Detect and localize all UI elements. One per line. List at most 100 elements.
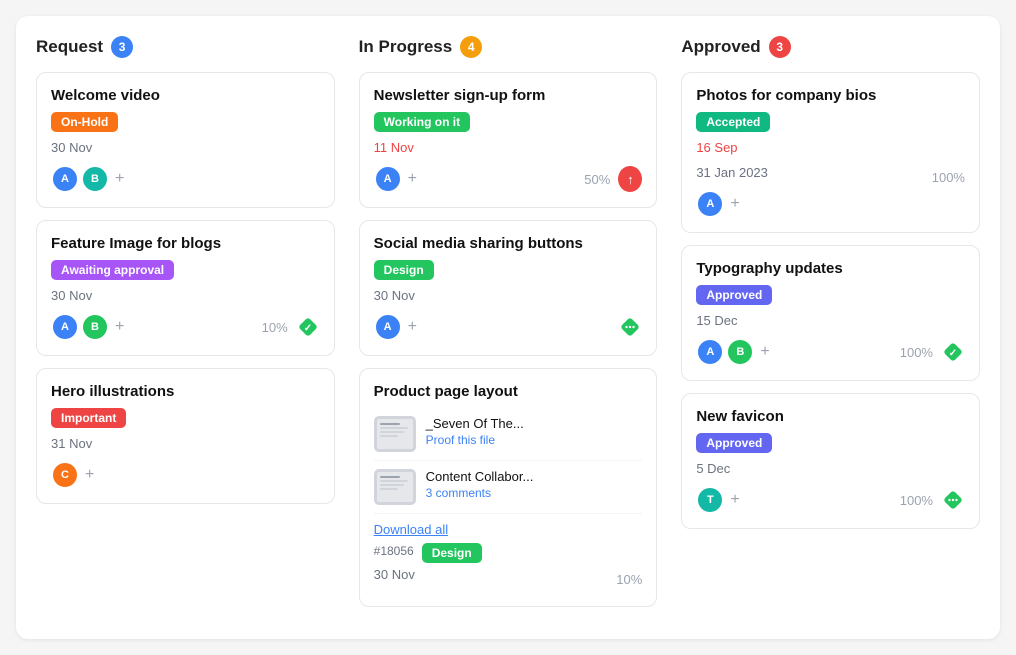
kanban-board: Request3Welcome videoOn-Hold30 NovAB+Fea…: [16, 16, 1000, 639]
column-request: Request3Welcome videoOn-Hold30 NovAB+Fea…: [36, 36, 335, 619]
card-date: 30 Nov: [374, 288, 643, 303]
card-percent: 50%: [584, 172, 610, 187]
avatar: C: [51, 461, 79, 489]
upload-icon: ↑: [618, 167, 642, 191]
card-title: Newsletter sign-up form: [374, 87, 643, 104]
card-title: Hero illustrations: [51, 383, 320, 400]
card-tag: On-Hold: [51, 112, 118, 132]
add-avatar-button[interactable]: +: [115, 318, 124, 336]
avatar-group: A+: [374, 165, 417, 193]
card-typography[interactable]: Typography updates Approved 15 Dec AB +100% …: [681, 245, 980, 381]
column-badge: 3: [769, 36, 791, 58]
column-approved: Approved 3 Photos for company biosAccepted…: [681, 36, 980, 619]
card-title: Feature Image for blogs: [51, 235, 320, 252]
file-thumbnail: [374, 416, 416, 452]
card-hero-illustrations[interactable]: Hero illustrationsImportant31 NovC+: [36, 368, 335, 504]
card-percent: 10%: [262, 320, 288, 335]
card-footer: C+: [51, 461, 320, 489]
avatar-group: AB +: [51, 165, 124, 193]
card-tag: Working on it: [374, 112, 470, 132]
avatar-group: A+: [374, 313, 417, 341]
avatar: B: [81, 313, 109, 341]
check-diamond-icon: ✓: [941, 340, 965, 364]
card-percent: 100%: [932, 170, 965, 185]
column-title: In Progress: [359, 37, 453, 57]
avatar-group: T+: [696, 486, 739, 514]
card-date: 15 Dec: [696, 313, 965, 328]
svg-text:✓: ✓: [949, 348, 957, 359]
card-title: Photos for company bios: [696, 87, 965, 104]
dots-diamond-icon: [941, 488, 965, 512]
card-title: Typography updates: [696, 260, 965, 277]
card-footer: A+: [696, 190, 965, 218]
card-photos-bios[interactable]: Photos for company biosAccepted16 Sep31 …: [681, 72, 980, 233]
card-meta-id: #18056: [374, 544, 414, 558]
card-tag: Awaiting approval: [51, 260, 174, 280]
card-meta-footer: 30 Nov10%: [374, 567, 643, 592]
card-date: 11 Nov: [374, 140, 643, 155]
file-item: Content Collabor... 3 comments: [374, 461, 643, 514]
add-avatar-button[interactable]: +: [85, 466, 94, 484]
card-footer-right: 100% ✓: [900, 340, 965, 364]
card-percent: 100%: [900, 345, 933, 360]
add-avatar-button[interactable]: +: [730, 491, 739, 509]
card-tag: Approved: [696, 285, 772, 305]
column-header-request: Request3: [36, 36, 335, 58]
card-footer: A+50%↑: [374, 165, 643, 193]
card-title: Social media sharing buttons: [374, 235, 643, 252]
avatar: A: [51, 165, 79, 193]
card-new-favicon[interactable]: New faviconApproved5 DecT+100%: [681, 393, 980, 529]
avatar-group: C+: [51, 461, 94, 489]
card-date2: 31 Jan 2023: [696, 165, 768, 180]
card-footer-right: 100%: [900, 488, 965, 512]
check-diamond-icon: ✓: [296, 315, 320, 339]
card-welcome-video[interactable]: Welcome video On-Hold 30 Nov AB +: [36, 72, 335, 208]
add-avatar-button[interactable]: +: [115, 170, 124, 188]
card-footer: A+: [374, 313, 643, 341]
dots-diamond-icon: [618, 315, 642, 339]
avatar-group: AB +: [51, 313, 124, 341]
column-badge: 3: [111, 36, 133, 58]
card-date: 31 Nov: [51, 436, 320, 451]
file-item: _Seven Of The...Proof this file: [374, 408, 643, 461]
add-avatar-button[interactable]: +: [760, 343, 769, 361]
svg-text:✓: ✓: [303, 323, 311, 334]
avatar: A: [51, 313, 79, 341]
card-product-page[interactable]: Product page layout _Seven Of The...Proof…: [359, 368, 658, 607]
card-date: 5 Dec: [696, 461, 965, 476]
add-avatar-button[interactable]: +: [408, 170, 417, 188]
card-title: New favicon: [696, 408, 965, 425]
avatar: A: [374, 313, 402, 341]
file-info: Content Collabor... 3 comments: [426, 469, 534, 500]
card-title: Product page layout: [374, 383, 643, 400]
card-meta-row: #18056 Design: [374, 543, 643, 563]
column-header-approved: Approved 3: [681, 36, 980, 58]
file-action-link[interactable]: 3 comments: [426, 486, 491, 500]
card-meta-date: 30 Nov: [374, 567, 415, 582]
card-footer-right: 50% ↑: [584, 167, 642, 191]
card-title: Welcome video: [51, 87, 320, 104]
file-name: Content Collabor...: [426, 469, 534, 484]
avatar: B: [81, 165, 109, 193]
card-feature-image[interactable]: Feature Image for blogs Awaiting approval…: [36, 220, 335, 356]
avatar-group: AB +: [696, 338, 769, 366]
add-avatar-button[interactable]: +: [408, 318, 417, 336]
avatar-group: A+: [696, 190, 739, 218]
avatar: A: [374, 165, 402, 193]
card-meta-tag: Design: [422, 543, 482, 563]
file-thumbnail: [374, 469, 416, 505]
download-all-link[interactable]: Download all: [374, 522, 448, 537]
card-date: 30 Nov: [51, 140, 320, 155]
column-header-in-progress: In Progress4: [359, 36, 658, 58]
add-avatar-button[interactable]: +: [730, 195, 739, 213]
card-footer-right: [618, 315, 642, 339]
card-newsletter[interactable]: Newsletter sign-up form Working on it 11 N…: [359, 72, 658, 208]
card-date: 30 Nov: [51, 288, 320, 303]
avatar: B: [726, 338, 754, 366]
card-footer: T+ 100%: [696, 486, 965, 514]
file-info: _Seven Of The...Proof this file: [426, 416, 524, 447]
card-social-media[interactable]: Social media sharing buttonsDesign30 Nov…: [359, 220, 658, 356]
avatar: A: [696, 338, 724, 366]
column-title: Approved: [681, 37, 760, 57]
file-action-link[interactable]: Proof this file: [426, 433, 495, 447]
